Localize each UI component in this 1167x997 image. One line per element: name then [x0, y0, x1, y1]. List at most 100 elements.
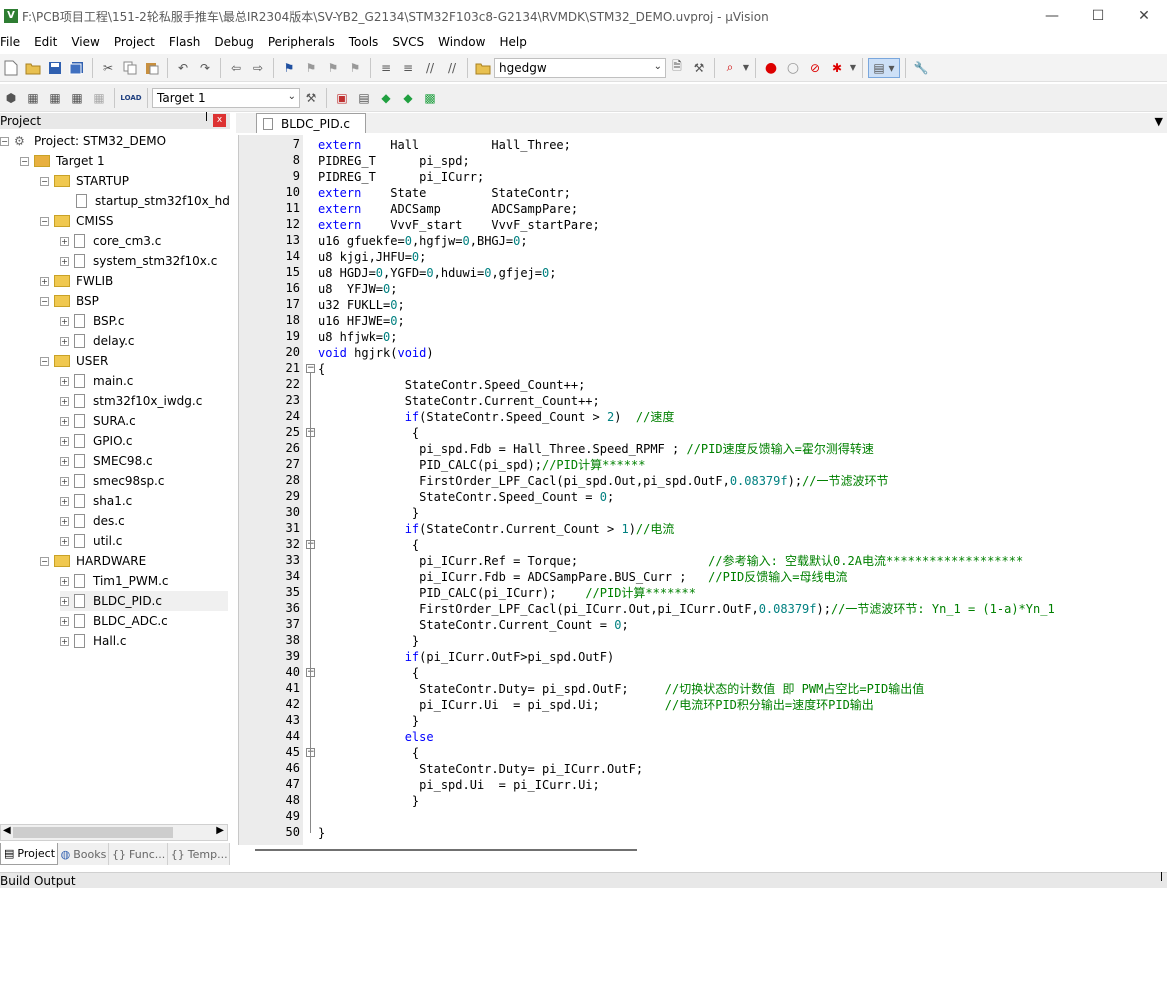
file-extensions-icon[interactable]: ▣	[332, 88, 352, 108]
new-file-icon[interactable]	[1, 58, 21, 78]
insert-breakpoint-icon[interactable]: ●	[761, 58, 781, 78]
minimize-button[interactable]: —	[1029, 0, 1075, 32]
copy-icon[interactable]	[120, 58, 140, 78]
tree-item-file[interactable]: + util.c	[60, 531, 122, 551]
collapse-icon[interactable]: −	[20, 156, 29, 166]
tab-list-dropdown-icon[interactable]: ▼	[1155, 115, 1163, 128]
maximize-button[interactable]: ☐	[1075, 0, 1121, 32]
expand-icon[interactable]: +	[60, 576, 69, 586]
navigate-forward-icon[interactable]: ⇨	[248, 58, 268, 78]
next-bookmark-icon[interactable]: ⚑	[323, 58, 343, 78]
tree-item-file[interactable]: + BLDC_ADC.c	[60, 611, 168, 631]
debug-session-icon[interactable]: ⌕	[720, 58, 740, 78]
tree-item-file[interactable]: + SMEC98.c	[60, 451, 153, 471]
tree-item-group[interactable]: − CMISS	[40, 211, 114, 231]
expand-icon[interactable]: +	[60, 616, 69, 626]
tab-functions[interactable]: {} Func...	[109, 843, 168, 865]
collapse-icon[interactable]: −	[40, 556, 49, 566]
cut-icon[interactable]: ✂	[98, 58, 118, 78]
menu-window[interactable]: Window	[432, 35, 493, 49]
collapse-icon[interactable]: −	[40, 296, 49, 306]
tree-item-group[interactable]: − BSP	[40, 291, 99, 311]
tree-item-file[interactable]: + GPIO.c	[60, 431, 132, 451]
tree-item-group[interactable]: − USER	[40, 351, 108, 371]
tree-item-file[interactable]: + Hall.c	[60, 631, 126, 651]
clear-bookmarks-icon[interactable]: ⚑	[345, 58, 365, 78]
enable-breakpoint-icon[interactable]: ○	[783, 58, 803, 78]
expand-icon[interactable]: +	[60, 236, 69, 246]
expand-icon[interactable]: +	[60, 436, 69, 446]
find-replace-icon[interactable]: ⚒	[689, 58, 709, 78]
pack-installer-icon[interactable]: ◆	[376, 88, 396, 108]
menu-view[interactable]: View	[65, 35, 107, 49]
close-pane-icon[interactable]: x	[213, 114, 226, 127]
incremental-find-icon[interactable]: 🗎	[667, 58, 687, 78]
tab-books[interactable]: ◍ Books	[58, 843, 110, 865]
tree-item-project[interactable]: − ⚙ Project: STM32_DEMO	[0, 131, 166, 151]
disable-breakpoints-icon[interactable]: ⊘	[805, 58, 825, 78]
select-packs-icon[interactable]: ◆	[398, 88, 418, 108]
chevron-down-icon[interactable]: ▼	[742, 58, 750, 78]
tree-item-target[interactable]: − Target 1	[20, 151, 105, 171]
scroll-left-icon[interactable]: ◀	[3, 825, 11, 836]
rebuild-icon[interactable]: ▦	[45, 88, 65, 108]
editor-horizontal-scrollbar[interactable]	[255, 849, 637, 851]
configure-wrench-icon[interactable]: 🔧	[911, 58, 931, 78]
expand-icon[interactable]: +	[60, 496, 69, 506]
tree-item-file[interactable]: + BSP.c	[60, 311, 124, 331]
menu-flash[interactable]: Flash	[163, 35, 208, 49]
scroll-right-icon[interactable]: ▶	[216, 825, 224, 836]
project-horizontal-scrollbar[interactable]: ◀ ▶	[0, 824, 228, 841]
target-options-icon[interactable]: ⚒	[301, 88, 321, 108]
prev-bookmark-icon[interactable]: ⚑	[301, 58, 321, 78]
tree-item-file[interactable]: + smec98sp.c	[60, 471, 164, 491]
tree-item-file[interactable]: + system_stm32f10x.c	[60, 251, 217, 271]
tree-item-file[interactable]: + main.c	[60, 371, 133, 391]
collapse-icon[interactable]: −	[40, 356, 49, 366]
tree-item-file[interactable]: + des.c	[60, 511, 125, 531]
tree-item-file[interactable]: + sha1.c	[60, 491, 132, 511]
menu-help[interactable]: Help	[493, 35, 534, 49]
expand-icon[interactable]: +	[60, 416, 69, 426]
tree-item-file[interactable]: + Tim1_PWM.c	[60, 571, 169, 591]
bookmark-icon[interactable]: ⚑	[279, 58, 299, 78]
target-select[interactable]: Target 1 ⌄	[152, 87, 300, 108]
collapse-icon[interactable]: −	[0, 136, 9, 146]
batch-build-icon[interactable]: ▦	[67, 88, 87, 108]
expand-icon[interactable]: +	[60, 516, 69, 526]
chevron-down-icon[interactable]: ▼	[849, 58, 857, 78]
tree-item-file[interactable]: + delay.c	[60, 331, 135, 351]
expand-icon[interactable]: +	[60, 376, 69, 386]
window-layout-icon[interactable]: ▤ ▾	[868, 57, 900, 78]
menu-project[interactable]: Project	[108, 35, 163, 49]
collapse-icon[interactable]: −	[40, 176, 49, 186]
redo-icon[interactable]: ↷	[195, 58, 215, 78]
pin-icon[interactable]: ꟾ	[1160, 873, 1163, 884]
comment-icon[interactable]: //	[420, 58, 440, 78]
scrollbar-thumb[interactable]	[13, 827, 173, 838]
indent-icon[interactable]: ≡	[376, 58, 396, 78]
save-all-icon[interactable]	[67, 58, 87, 78]
tree-item-file[interactable]: + stm32f10x_iwdg.c	[60, 391, 202, 411]
expand-icon[interactable]: +	[60, 636, 69, 646]
menu-svcs[interactable]: SVCS	[386, 35, 432, 49]
uncomment-icon[interactable]: //	[442, 58, 462, 78]
undo-icon[interactable]: ↶	[173, 58, 193, 78]
expand-icon[interactable]: +	[60, 316, 69, 326]
tab-project[interactable]: ▤ Project	[0, 843, 58, 865]
build-icon[interactable]: ▦	[23, 88, 43, 108]
download-load-icon[interactable]: LOAD	[120, 88, 142, 108]
open-folder-icon[interactable]	[23, 58, 43, 78]
menu-peripherals[interactable]: Peripherals	[262, 35, 343, 49]
tree-item-file-selected[interactable]: + BLDC_PID.c	[60, 591, 228, 611]
run-time-environment-icon[interactable]: ▩	[420, 88, 440, 108]
find-in-files-icon[interactable]	[473, 58, 493, 78]
pin-icon[interactable]: ꟾ	[205, 113, 208, 124]
close-window-button[interactable]: ✕	[1121, 0, 1167, 32]
unindent-icon[interactable]: ≡	[398, 58, 418, 78]
tab-templates[interactable]: {} Temp...	[168, 843, 230, 865]
expand-icon[interactable]: +	[60, 476, 69, 486]
tree-item-group[interactable]: + FWLIB	[40, 271, 113, 291]
tree-item-file[interactable]: + core_cm3.c	[60, 231, 161, 251]
save-icon[interactable]	[45, 58, 65, 78]
